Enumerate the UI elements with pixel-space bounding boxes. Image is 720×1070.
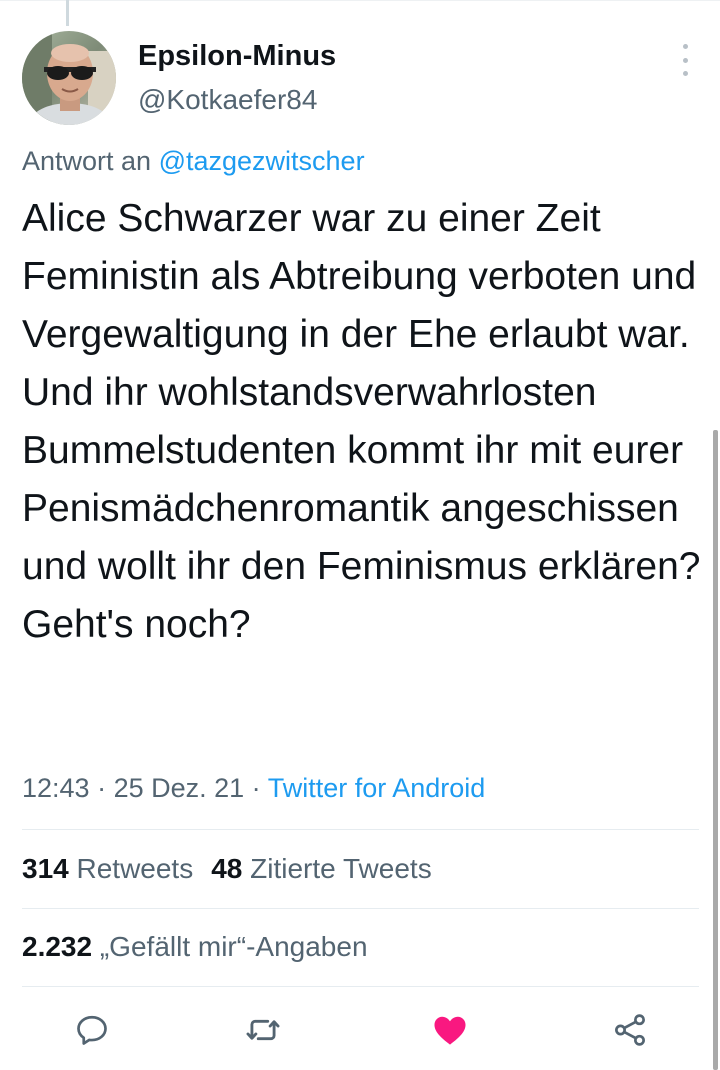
likes-stat[interactable]: 2.232 „Gefällt mir“-Angaben — [22, 931, 368, 963]
more-dot — [682, 44, 688, 49]
share-button[interactable] — [608, 1008, 652, 1052]
retweets-label: Retweets — [68, 853, 194, 884]
like-button[interactable] — [428, 1008, 472, 1052]
reply-mention-link[interactable]: @tazgezwitscher — [159, 146, 365, 176]
share-icon — [615, 1014, 645, 1046]
retweet-icon — [246, 1019, 280, 1041]
tweet-text: Alice Schwarzer war zu einer Zeit Femini… — [22, 197, 701, 646]
tweet-time[interactable]: 12:43 — [22, 773, 90, 803]
tweet-source-link[interactable]: Twitter for Android — [268, 773, 486, 803]
reply-context: Antwort an @tazgezwitscher — [22, 146, 365, 177]
quotes-count: 48 — [211, 853, 243, 884]
retweets-stat[interactable]: 314 Retweets — [22, 853, 193, 884]
retweets-count: 314 — [22, 853, 69, 884]
tweet-meta: 12:43 · 25 Dez. 21 · Twitter for Android — [22, 773, 485, 804]
divider — [22, 908, 699, 909]
tweet-date[interactable]: 25 Dez. 21 — [114, 773, 245, 803]
display-name[interactable]: Epsilon-Minus — [138, 40, 336, 73]
top-divider — [0, 0, 720, 1]
likes-label: „Gefällt mir“-Angaben — [92, 931, 368, 962]
meta-separator: · — [244, 773, 268, 803]
quotes-stat[interactable]: 48 Zitierte Tweets — [211, 853, 431, 884]
divider — [22, 829, 699, 830]
divider — [22, 986, 699, 987]
reply-prefix: Antwort an — [22, 146, 159, 176]
retweet-button[interactable] — [241, 1008, 285, 1052]
more-dot — [682, 57, 688, 63]
engagement-stats: 314 Retweets 48 Zitierte Tweets — [22, 853, 432, 885]
avatar[interactable] — [22, 31, 116, 125]
user-handle[interactable]: @Kotkaefer84 — [138, 84, 317, 116]
like-icon — [434, 1016, 466, 1045]
reply-icon — [77, 1015, 107, 1045]
likes-count: 2.232 — [22, 931, 93, 962]
more-options-icon[interactable] — [674, 44, 696, 76]
reply-button[interactable] — [70, 1008, 114, 1052]
meta-separator: · — [89, 773, 114, 803]
avatar-image — [22, 31, 116, 125]
thread-connector-line — [66, 0, 69, 26]
quotes-label: Zitierte Tweets — [242, 853, 432, 884]
scrollbar[interactable] — [713, 430, 718, 1070]
more-dot — [682, 71, 688, 76]
